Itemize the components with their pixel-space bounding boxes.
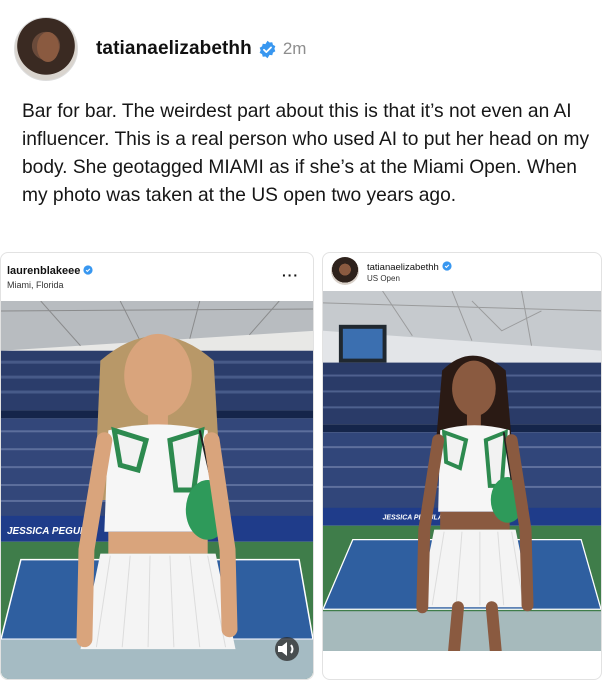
stadium-photo: JESSICA PEGULA — [323, 291, 601, 651]
embedded-post-right: tatianaelizabethh US Open JESSICA PEGULA — [322, 252, 602, 680]
embedded-avatar[interactable] — [331, 257, 359, 285]
verified-badge-icon — [83, 265, 93, 275]
embedded-location[interactable]: US Open — [367, 274, 400, 283]
banner-text: JESSICA PEGULA — [7, 526, 93, 537]
ellipsis-icon[interactable]: ··· — [282, 267, 299, 283]
embedded-location[interactable]: Miami, Florida — [7, 280, 64, 290]
stadium-photo: JESSICA PEGULA — [1, 301, 313, 679]
post-caption: Bar for bar. The weirdest part about thi… — [22, 101, 590, 206]
post-timestamp: 2m — [282, 39, 307, 58]
embedded-post-left: laurenblakeee Miami, Florida ··· JESSICA… — [0, 252, 314, 680]
post-photo-right[interactable]: JESSICA PEGULA — [323, 291, 601, 651]
post-header: tatianaelizabethh 2m — [14, 16, 306, 82]
banner-text: JESSICA PEGULA — [383, 515, 443, 522]
post-photo-left[interactable]: JESSICA PEGULA — [1, 301, 313, 679]
verified-badge-icon — [442, 261, 452, 271]
speaker-icon[interactable] — [275, 637, 299, 661]
verified-badge-icon — [259, 40, 276, 58]
profile-avatar[interactable] — [14, 17, 78, 81]
person-figure — [76, 333, 238, 650]
embedded-post-header: laurenblakeee Miami, Florida ··· — [1, 253, 313, 301]
post-username[interactable]: tatianaelizabethh — [96, 38, 252, 60]
embedded-username-text: laurenblakeee — [7, 265, 81, 277]
embedded-username[interactable]: laurenblakeee — [7, 265, 93, 277]
embedded-username-text: tatianaelizabethh — [367, 262, 439, 273]
embedded-username[interactable]: tatianaelizabethh — [367, 261, 452, 273]
